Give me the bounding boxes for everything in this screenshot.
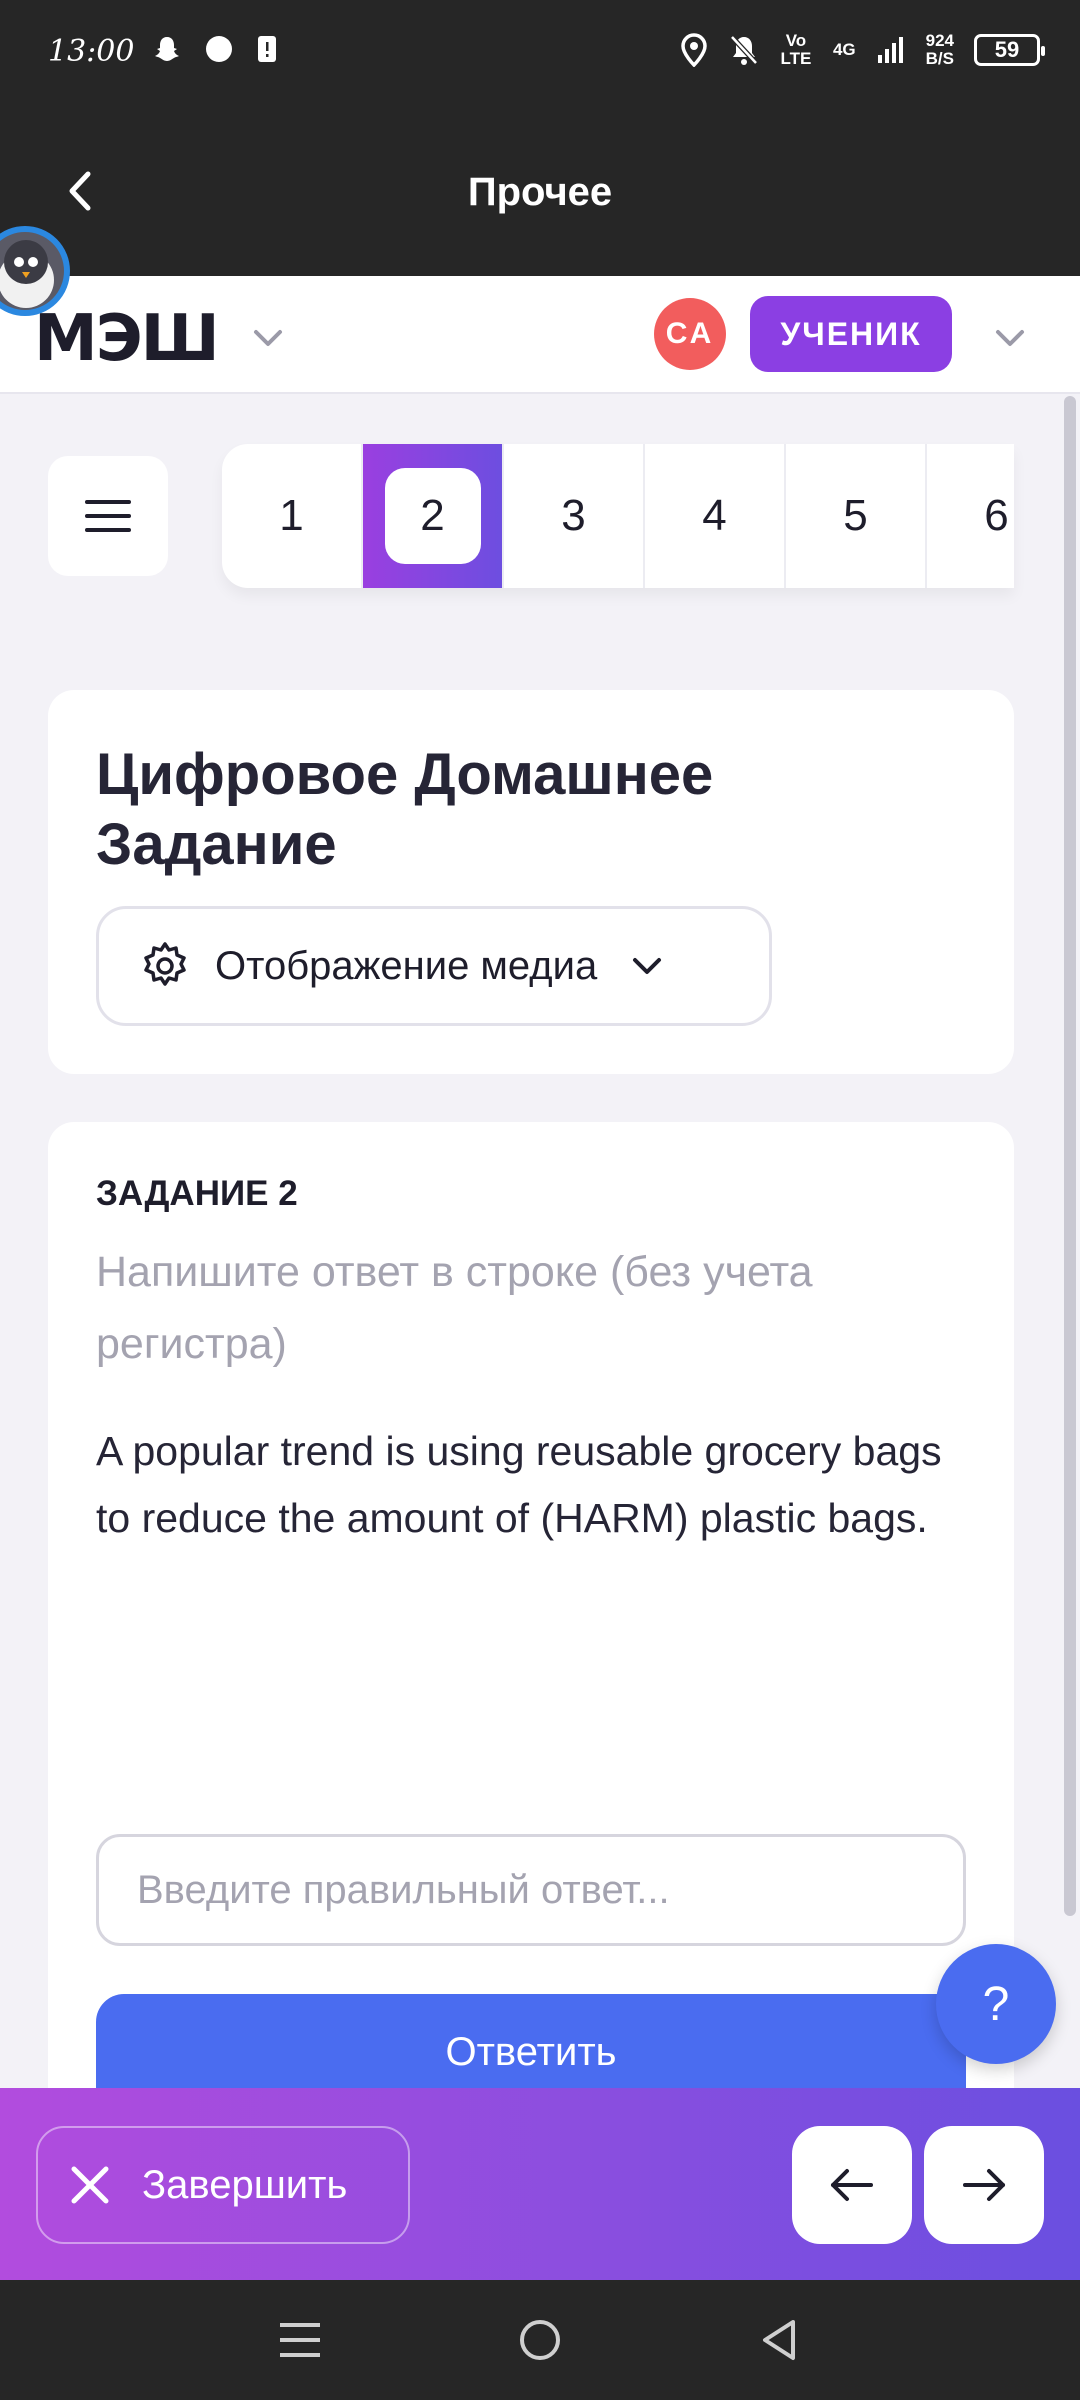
network-speed: 924 B/S bbox=[926, 32, 954, 68]
finish-label: Завершить bbox=[142, 2162, 348, 2207]
app-bar: Прочее bbox=[0, 110, 1080, 276]
previous-task-button[interactable] bbox=[792, 2126, 912, 2244]
media-display-dropdown[interactable]: Отображение медиа bbox=[96, 906, 772, 1026]
close-icon bbox=[71, 2166, 109, 2204]
battery-icon: 59 bbox=[974, 34, 1045, 66]
site-header: МЭШ СА УЧЕНИК bbox=[0, 226, 1080, 394]
system-navigation-bar bbox=[0, 2280, 1080, 2400]
arrow-left-icon bbox=[831, 2169, 873, 2201]
page-number: 4 bbox=[702, 491, 727, 540]
device-alert-icon bbox=[258, 36, 276, 62]
signal-icon bbox=[877, 37, 903, 63]
page-button-5[interactable]: 5 bbox=[786, 444, 927, 588]
speed-value: 924 bbox=[925, 31, 954, 50]
notifications-off-icon bbox=[730, 35, 758, 65]
task-card: ЗАДАНИЕ 2 Напишите ответ в строке (без у… bbox=[48, 1122, 1014, 2122]
snapchat-icon bbox=[155, 37, 179, 61]
gear-icon bbox=[144, 942, 186, 986]
status-bar: 13:00 Vo LTE 4G 924 B/S 59 bbox=[0, 0, 1080, 110]
homework-card: Цифровое Домашнее Задание Отображение ме… bbox=[48, 690, 1014, 1074]
bottom-action-bar: Завершить bbox=[0, 2088, 1080, 2280]
circle-icon bbox=[206, 36, 232, 62]
signal-type: 4G bbox=[832, 40, 856, 59]
page-button-6[interactable]: 6 bbox=[927, 444, 1014, 588]
back-triangle-icon[interactable] bbox=[757, 2317, 803, 2363]
status-system-icons: Vo LTE 4G 924 B/S 59 bbox=[679, 31, 1045, 68]
media-display-label: Отображение медиа bbox=[215, 943, 598, 988]
page-button-3[interactable]: 3 bbox=[504, 444, 645, 588]
next-task-button[interactable] bbox=[924, 2126, 1044, 2244]
menu-button[interactable] bbox=[48, 456, 168, 576]
network-type: Vo LTE bbox=[780, 31, 812, 68]
chevron-down-icon[interactable] bbox=[990, 318, 1030, 358]
role-badge[interactable]: УЧЕНИК bbox=[750, 296, 952, 372]
user-avatar[interactable]: СА bbox=[654, 298, 726, 370]
page-button-1[interactable]: 1 bbox=[222, 444, 363, 588]
app-bar-title: Прочее bbox=[467, 170, 613, 214]
page-number: 1 bbox=[279, 491, 304, 540]
arrow-right-icon bbox=[963, 2169, 1005, 2201]
page-number: 5 bbox=[843, 491, 868, 540]
mesh-logo[interactable]: МЭШ bbox=[34, 302, 220, 376]
chevron-down-icon[interactable] bbox=[248, 318, 288, 358]
status-time: 13:00 bbox=[48, 34, 135, 69]
help-button[interactable]: ? bbox=[936, 1944, 1056, 2064]
battery-level: 59 bbox=[994, 37, 1020, 62]
speed-unit: B/S bbox=[925, 49, 954, 68]
home-icon[interactable] bbox=[517, 2317, 563, 2363]
page-button-4[interactable]: 4 bbox=[645, 444, 786, 588]
chevron-down-icon bbox=[633, 958, 662, 974]
task-pagination: 1 2 3 4 5 6 bbox=[222, 444, 1014, 588]
page-number: 2 bbox=[384, 468, 481, 564]
task-text: A popular trend is using reusable grocer… bbox=[96, 1428, 942, 1541]
page-number: 6 bbox=[984, 491, 1009, 540]
penguin-icon bbox=[0, 240, 54, 308]
answer-input[interactable] bbox=[96, 1834, 966, 1946]
location-icon bbox=[681, 33, 707, 67]
homework-title: Цифровое Домашнее Задание bbox=[96, 742, 714, 877]
recent-apps-icon[interactable] bbox=[277, 2317, 323, 2363]
page-number: 3 bbox=[561, 491, 586, 540]
page-scrollbar[interactable] bbox=[1064, 396, 1076, 1916]
task-number: ЗАДАНИЕ 2 bbox=[96, 1174, 298, 1213]
finish-button[interactable]: Завершить bbox=[36, 2126, 410, 2244]
status-notification-icons bbox=[152, 34, 278, 64]
page-button-2[interactable]: 2 bbox=[363, 444, 504, 588]
hamburger-icon bbox=[85, 500, 131, 532]
task-hint: Напишите ответ в строке (без учета регис… bbox=[96, 1248, 813, 1368]
